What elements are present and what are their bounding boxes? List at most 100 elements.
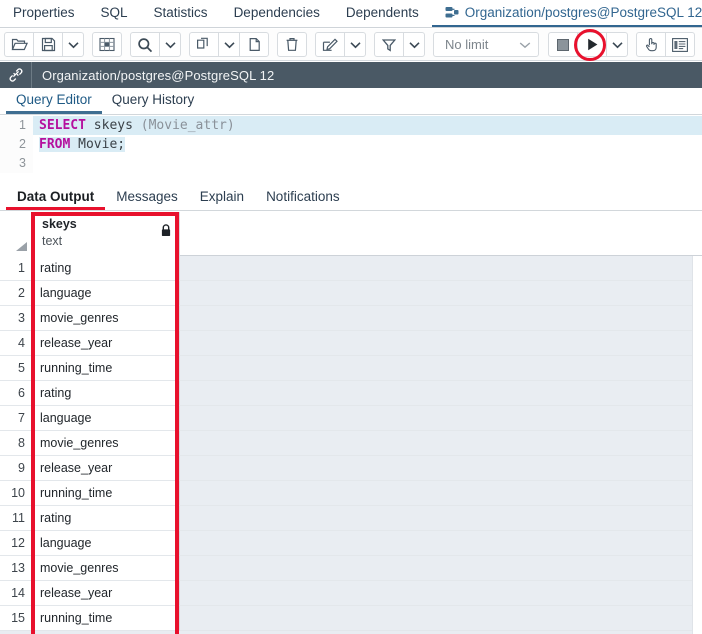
table-row[interactable]: 13 movie_genres xyxy=(0,556,702,581)
toolbar-group-edit xyxy=(315,32,366,57)
tab-query-editor[interactable]: Query Editor xyxy=(6,88,102,114)
result-tab-bar: Data Output Messages Explain Notificatio… xyxy=(0,185,702,211)
editor-line-2-code[interactable]: FROM Movie; xyxy=(33,135,702,154)
cell-skeys[interactable]: rating xyxy=(32,256,180,281)
cell-skeys[interactable]: rating xyxy=(32,381,180,406)
save-file-button[interactable] xyxy=(33,32,63,57)
connection-bar: Organization/postgres@PostgreSQL 12 xyxy=(0,62,702,88)
funnel-icon xyxy=(382,38,396,52)
tab-sql[interactable]: SQL xyxy=(88,0,141,27)
tab-explain[interactable]: Explain xyxy=(189,185,255,210)
row-number: 1 xyxy=(0,256,32,281)
filter-button[interactable] xyxy=(374,32,404,57)
row-number: 15 xyxy=(0,606,32,631)
cell-skeys[interactable]: movie_genres xyxy=(32,306,180,331)
cell-skeys[interactable]: rating xyxy=(32,506,180,531)
copy-dropdown-button[interactable] xyxy=(218,32,240,57)
grid-column-header-skeys[interactable]: skeys text xyxy=(32,212,180,256)
row-number: 10 xyxy=(0,481,32,506)
find-button[interactable] xyxy=(130,32,160,57)
table-row[interactable]: 4 release_year xyxy=(0,331,702,356)
toolbar-group-file xyxy=(4,32,84,57)
tab-dependents[interactable]: Dependents xyxy=(333,0,432,27)
table-row[interactable]: 14 release_year xyxy=(0,581,702,606)
sql-editor[interactable]: 1 SELECT skeys (Movie_attr) 2 FROM Movie… xyxy=(0,116,702,184)
object-tab-bar: Properties SQL Statistics Dependencies D… xyxy=(0,0,702,28)
cell-skeys[interactable]: running_time xyxy=(32,606,180,631)
edit-dropdown-button[interactable] xyxy=(344,32,366,57)
editor-line-2: 2 FROM Movie; xyxy=(0,135,702,154)
table-row[interactable]: 5 running_time xyxy=(0,356,702,381)
folder-open-icon xyxy=(11,37,28,52)
table-row[interactable]: 12 language xyxy=(0,531,702,556)
copy-button[interactable] xyxy=(189,32,219,57)
tab-messages[interactable]: Messages xyxy=(105,185,189,210)
table-row[interactable]: 3 movie_genres xyxy=(0,306,702,331)
magnifier-icon xyxy=(137,37,153,53)
row-filler xyxy=(180,306,702,331)
paste-button[interactable] xyxy=(239,32,269,57)
row-filler xyxy=(180,281,702,306)
execute-dropdown-button[interactable] xyxy=(606,32,628,57)
find-dropdown-button[interactable] xyxy=(159,32,181,57)
row-number: 5 xyxy=(0,356,32,381)
tab-messages-label: Messages xyxy=(116,188,178,204)
table-row[interactable]: 8 movie_genres xyxy=(0,431,702,456)
edit-grid-button[interactable] xyxy=(92,32,122,57)
edit-button[interactable] xyxy=(315,32,345,57)
table-row[interactable]: 15 running_time xyxy=(0,606,702,631)
tab-query-history[interactable]: Query History xyxy=(102,88,205,114)
row-number: 9 xyxy=(0,456,32,481)
tab-properties-label: Properties xyxy=(13,5,75,20)
cell-skeys[interactable]: running_time xyxy=(32,481,180,506)
cell-skeys[interactable]: language xyxy=(32,281,180,306)
tab-dependencies[interactable]: Dependencies xyxy=(221,0,333,27)
cell-skeys[interactable]: movie_genres xyxy=(32,556,180,581)
chevron-down-icon xyxy=(408,41,420,49)
table-row[interactable]: 9 release_year xyxy=(0,456,702,481)
grid-select-all-corner[interactable] xyxy=(0,212,32,256)
cell-skeys[interactable]: movie_genres xyxy=(32,431,180,456)
data-output-grid[interactable]: skeys text 1 rating 2 language 3 movie_g… xyxy=(0,212,702,634)
cell-skeys[interactable]: release_year xyxy=(32,331,180,356)
tab-query-tool-session[interactable]: Organization/postgres@PostgreSQL 12 * xyxy=(431,0,702,27)
row-filler xyxy=(180,506,702,531)
editor-line-1-code[interactable]: SELECT skeys (Movie_attr) xyxy=(33,116,702,135)
chevron-down-icon xyxy=(67,41,79,49)
table-row[interactable]: 6 rating xyxy=(0,381,702,406)
stop-button[interactable] xyxy=(548,32,578,57)
table-row[interactable]: 10 running_time xyxy=(0,481,702,506)
table-row[interactable]: 7 language xyxy=(0,406,702,431)
row-limit-select[interactable]: No limit xyxy=(433,32,539,57)
tab-notifications[interactable]: Notifications xyxy=(255,185,351,210)
table-row[interactable]: 11 rating xyxy=(0,506,702,531)
editor-line-3-code[interactable] xyxy=(33,154,702,173)
tab-data-output[interactable]: Data Output xyxy=(6,185,106,210)
tab-properties[interactable]: Properties xyxy=(0,0,88,27)
cell-skeys[interactable]: language xyxy=(32,531,180,556)
table-row[interactable]: 1 rating xyxy=(0,256,702,281)
filter-dropdown-button[interactable] xyxy=(403,32,425,57)
table-row[interactable]: 2 language xyxy=(0,281,702,306)
panel-button[interactable] xyxy=(665,32,695,57)
cell-skeys[interactable]: running_time xyxy=(32,356,180,381)
execute-button[interactable] xyxy=(574,29,607,61)
tab-dependencies-label: Dependencies xyxy=(233,5,320,20)
editor-line-1: 1 SELECT skeys (Movie_attr) xyxy=(0,116,702,135)
cell-skeys[interactable]: release_year xyxy=(32,456,180,481)
macros-button[interactable] xyxy=(636,32,666,57)
sql-keyword: SELECT xyxy=(39,118,86,133)
row-number: 4 xyxy=(0,331,32,356)
open-file-button[interactable] xyxy=(4,32,34,57)
row-number: 13 xyxy=(0,556,32,581)
floppy-save-icon xyxy=(41,37,56,52)
chevron-down-icon xyxy=(164,41,176,49)
delete-button[interactable] xyxy=(277,32,307,57)
row-filler xyxy=(180,356,702,381)
tab-statistics[interactable]: Statistics xyxy=(141,0,221,27)
toolbar-group-delete xyxy=(277,32,307,57)
cell-skeys[interactable]: release_year xyxy=(32,581,180,606)
grid-vertical-scrollbar[interactable] xyxy=(692,256,702,634)
save-dropdown-button[interactable] xyxy=(62,32,84,57)
cell-skeys[interactable]: language xyxy=(32,406,180,431)
